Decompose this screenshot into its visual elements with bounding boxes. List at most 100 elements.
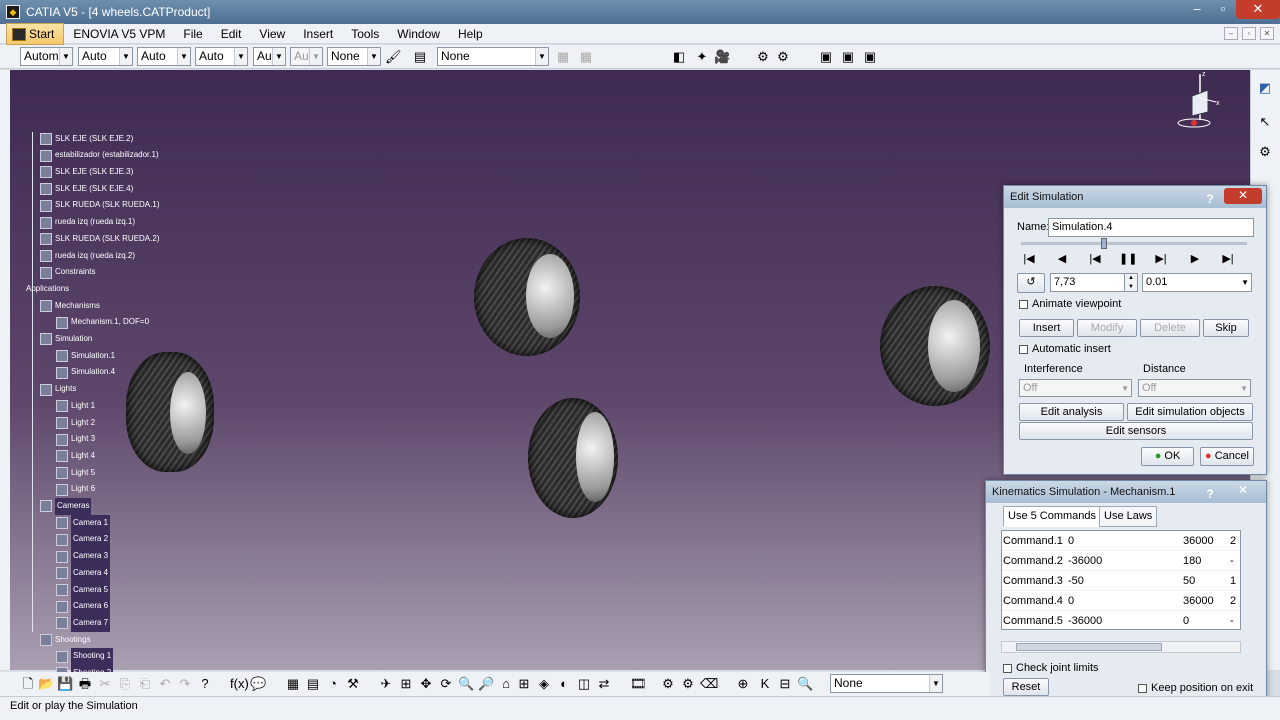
tree-node[interactable]: Constraints	[40, 266, 95, 280]
tree-node[interactable]: estabilizador (estabilizador.1)	[40, 149, 159, 163]
tree-node[interactable]: Simulation.1	[56, 349, 115, 363]
kinematics-icon[interactable]: ◩	[1257, 80, 1273, 96]
linetype-combo[interactable]: Auto ▼	[137, 47, 191, 66]
command-row[interactable]: Command.4 0 36000 2	[1002, 591, 1240, 611]
jump-to-start-icon[interactable]: |◀	[1020, 251, 1038, 267]
erase-icon[interactable]: ⌫	[700, 676, 718, 692]
edit-sensors-button[interactable]: Edit sensors	[1019, 422, 1253, 440]
save-icon[interactable]: 💾	[57, 676, 73, 692]
command-row[interactable]: Command.5 -36000 0 -	[1002, 611, 1240, 629]
ok-button[interactable]: ● OK	[1141, 447, 1194, 466]
tree-node[interactable]: rueda izq (rueda izq.2)	[40, 249, 135, 263]
minimize-button[interactable]: –	[1184, 0, 1210, 19]
scene-icon[interactable]: ⚙	[755, 49, 771, 65]
step-backward-icon[interactable]: |◀	[1086, 251, 1104, 267]
wheel-3[interactable]	[528, 398, 618, 518]
iso-view-icon[interactable]: ◈	[536, 676, 552, 692]
doc-close-button[interactable]: ✕	[1260, 27, 1274, 40]
zoom-out-icon[interactable]: 🔎	[478, 676, 494, 692]
video-icon[interactable]: 🎞	[630, 676, 647, 692]
tree-node[interactable]: Simulation.4	[56, 366, 115, 380]
search-icon[interactable]: 🔍	[797, 676, 813, 692]
close-button[interactable]: ✕	[1236, 0, 1280, 19]
command-row[interactable]: Command.2 -36000 180 -	[1002, 551, 1240, 571]
simulation-slider-thumb[interactable]	[1101, 238, 1107, 249]
measure-icon[interactable]: ▣	[840, 49, 856, 65]
camera-icon[interactable]: 🎥	[714, 49, 730, 65]
track-icon[interactable]: ⚙	[775, 49, 791, 65]
menu-start[interactable]: Start	[6, 22, 65, 45]
tab-use-commands[interactable]: Use 5 Commands	[1003, 506, 1102, 527]
material-combo[interactable]: None ▼	[437, 47, 549, 66]
doc-restore-button[interactable]: ▫	[1242, 27, 1256, 40]
whats-this-icon[interactable]: ?	[197, 676, 213, 692]
cube-icon[interactable]: ◧	[671, 49, 687, 65]
swap-icon[interactable]: ⇄	[596, 676, 612, 692]
open-icon[interactable]: 📂	[38, 676, 54, 692]
step-forward-icon[interactable]: ▶|	[1152, 251, 1170, 267]
tree-node[interactable]: Light 3	[56, 433, 95, 447]
edit-simulation-objects-button[interactable]: Edit simulation objects	[1127, 403, 1253, 421]
kinematics-help-icon[interactable]: ?	[1198, 483, 1222, 501]
menu-edit[interactable]: Edit	[212, 24, 251, 44]
tree-node[interactable]: SLK EJE (SLK EJE.2)	[40, 132, 133, 146]
time-value-input[interactable]: 7,73	[1050, 273, 1126, 292]
wheel-2[interactable]	[474, 238, 580, 356]
maximize-button[interactable]: ▫	[1210, 0, 1236, 19]
joint-icon[interactable]: ⚙	[680, 676, 696, 692]
point-symbol-combo[interactable]: Aut ▼	[253, 47, 286, 66]
fit-all-icon[interactable]: ⊞	[398, 676, 414, 692]
clash-icon[interactable]: K	[757, 676, 773, 692]
zoom-in-icon[interactable]: 🔍	[458, 676, 474, 692]
menu-help[interactable]: Help	[449, 24, 492, 44]
tree-node[interactable]: Mechanisms	[40, 299, 100, 313]
edit-simulation-close-button[interactable]: ✕	[1224, 188, 1262, 204]
check-joint-limits-checkbox[interactable]: Check joint limits	[1003, 662, 1099, 674]
tree-node[interactable]: Camera 6	[56, 598, 111, 615]
keep-position-checkbox[interactable]: Keep position on exit	[1138, 682, 1253, 694]
print-icon[interactable]: 🖶	[77, 676, 93, 692]
sensor-icon[interactable]: ◔	[325, 676, 341, 692]
tree-node[interactable]: Light 4	[56, 449, 95, 463]
hide-show-icon[interactable]: ◫	[576, 676, 592, 692]
menu-view[interactable]: View	[250, 24, 294, 44]
select-arrow-icon[interactable]: ↖	[1257, 114, 1273, 130]
loop-mode-button[interactable]: ↺	[1017, 273, 1045, 293]
table-icon[interactable]: ▦	[285, 676, 301, 692]
target-icon[interactable]: ⊕	[735, 676, 751, 692]
new-icon[interactable]: 🗋	[20, 676, 36, 692]
painter-icon[interactable]: 🖌	[385, 49, 402, 65]
play-backward-icon[interactable]: ◀	[1053, 251, 1071, 267]
insert-button[interactable]: Insert	[1019, 319, 1074, 337]
fly-mode-icon[interactable]: ✈	[378, 676, 394, 692]
normal-view-icon[interactable]: ⌂	[498, 676, 514, 692]
horizontal-scrollbar[interactable]	[1001, 641, 1241, 653]
edit-analysis-button[interactable]: Edit analysis	[1019, 403, 1124, 421]
simulation-icon[interactable]: ✦	[694, 49, 710, 65]
tab-use-laws[interactable]: Use Laws	[1099, 506, 1158, 527]
bottom-none-combo[interactable]: None ▼	[830, 674, 943, 693]
comment-icon[interactable]: 💬	[250, 676, 266, 692]
formula-icon[interactable]: f(x)	[230, 676, 249, 692]
tree-node[interactable]: Light 6	[56, 483, 95, 497]
tree-node[interactable]: Cameras	[40, 498, 92, 515]
menu-file[interactable]: File	[174, 24, 211, 44]
lineweight-combo[interactable]: Auto ▼	[195, 47, 248, 66]
settings-gear-icon[interactable]: ⚙	[1257, 144, 1273, 160]
reset-button[interactable]: Reset	[1003, 678, 1049, 696]
law-icon[interactable]: ▤	[305, 676, 321, 692]
tree-node[interactable]: Shootings	[40, 633, 91, 647]
doc-minimize-button[interactable]: –	[1224, 27, 1238, 40]
animate-viewpoint-checkbox[interactable]: Animate viewpoint	[1019, 298, 1121, 310]
tree-node[interactable]: Camera 7	[56, 614, 111, 632]
automatic-insert-checkbox[interactable]: Automatic insert	[1019, 343, 1111, 355]
simulation-name-input[interactable]: Simulation.4	[1048, 218, 1254, 237]
menu-enovia[interactable]: ENOVIA V5 VPM	[64, 24, 174, 44]
pause-icon[interactable]: ❚❚	[1119, 251, 1137, 267]
section-icon[interactable]: ⊟	[777, 676, 793, 692]
command-row[interactable]: Command.3 -50 50 1	[1002, 571, 1240, 591]
transparency-combo[interactable]: Auto ▼	[78, 47, 133, 66]
tree-node[interactable]: Camera 4	[56, 564, 111, 582]
tree-node[interactable]: Mechanism.1, DOF=0	[56, 316, 149, 330]
tree-node[interactable]: Simulation	[40, 332, 92, 346]
